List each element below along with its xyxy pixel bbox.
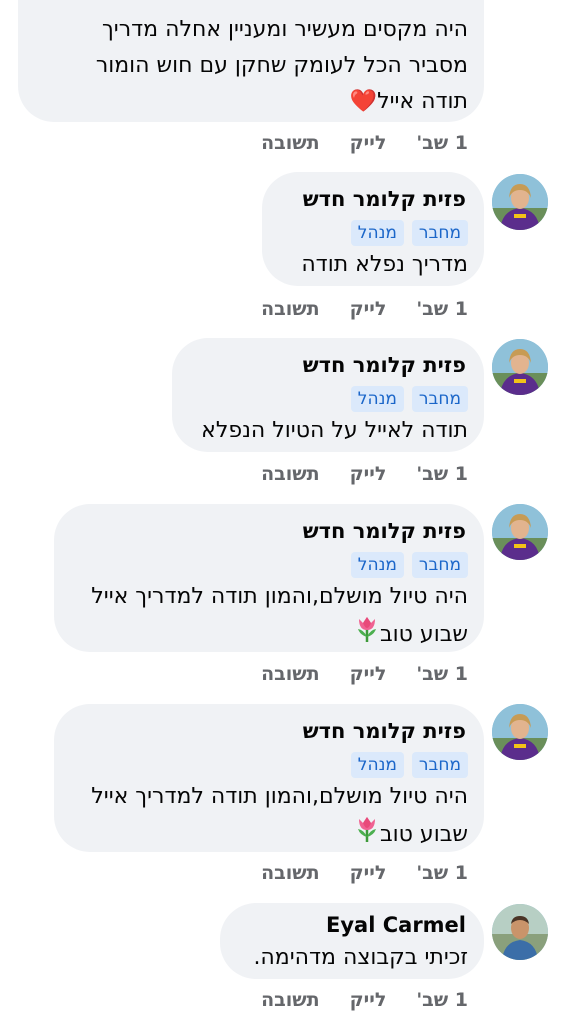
- tulip-icon: [354, 815, 380, 855]
- like-button[interactable]: לייק: [350, 298, 387, 320]
- comment-text: היה טיול מושלם,והמון תודה למדריך אייל שב…: [91, 579, 468, 655]
- like-button[interactable]: לייק: [350, 132, 387, 154]
- comment-line: שבוע טוב: [91, 815, 468, 855]
- avatar-image: [492, 904, 548, 960]
- avatar[interactable]: [492, 704, 548, 760]
- comment-line: תודה אייל❤️: [349, 89, 468, 114]
- reply-button[interactable]: תשובה: [261, 463, 320, 485]
- role-badges: מחבר מנהל: [350, 220, 468, 246]
- avatar[interactable]: [492, 904, 548, 960]
- reply-button[interactable]: תשובה: [261, 862, 320, 884]
- badge-author: מחבר: [411, 752, 468, 778]
- comment-text: תודה לאייל על הטיול הנפלא: [201, 413, 468, 449]
- badge-author: מחבר: [411, 552, 468, 578]
- comment-line: שבוע טוב: [91, 615, 468, 655]
- comment-author[interactable]: פזית קלומר חדש: [303, 352, 466, 378]
- like-button[interactable]: לייק: [350, 989, 387, 1011]
- tulip-icon: [354, 615, 380, 655]
- comment-actions: 1 שב' לייק תשובה: [261, 463, 468, 485]
- like-button[interactable]: לייק: [350, 663, 387, 685]
- comment-actions: 1 שב' לייק תשובה: [261, 862, 468, 884]
- reply-button[interactable]: תשובה: [261, 663, 320, 685]
- comment-bubble: פזית קלומר חדש מחבר מנהל תודה לאייל על ה…: [172, 338, 484, 452]
- avatar[interactable]: [492, 504, 548, 560]
- avatar[interactable]: [492, 339, 548, 395]
- avatar-image: [492, 704, 548, 760]
- comment-line: תודה לאייל על הטיול הנפלא: [201, 418, 468, 443]
- comment-text: זכיתי בקבוצה מדהימה.: [253, 940, 468, 976]
- comment-actions: 1 שב' לייק תשובה: [261, 298, 468, 320]
- comment-bubble: פזית קלומר חדש מחבר מנהל היה טיול מושלם,…: [54, 504, 484, 652]
- badge-author: מחבר: [411, 386, 468, 412]
- heart-icon: ❤️: [349, 89, 378, 114]
- badge-admin: מנהל: [350, 220, 404, 246]
- timestamp[interactable]: 1 שב': [416, 463, 468, 485]
- comment-text: היה טיול מושלם,והמון תודה למדריך אייל שב…: [91, 779, 468, 855]
- comment-text: היה מקסים מעשיר ומעניין אחלה מדריך מסביר…: [96, 12, 468, 120]
- comment-line: היה טיול מושלם,והמון תודה למדריך אייל: [91, 584, 468, 609]
- comment-line: מדריך נפלא תודה: [301, 252, 468, 277]
- reply-button[interactable]: תשובה: [261, 298, 320, 320]
- reply-button[interactable]: תשובה: [261, 132, 320, 154]
- comment-text: מדריך נפלא תודה: [301, 247, 468, 283]
- badge-admin: מנהל: [350, 752, 404, 778]
- role-badges: מחבר מנהל: [350, 552, 468, 578]
- timestamp[interactable]: 1 שב': [416, 862, 468, 884]
- badge-admin: מנהל: [350, 386, 404, 412]
- comment-line: היה מקסים מעשיר ומעניין אחלה מדריך: [101, 17, 468, 42]
- timestamp[interactable]: 1 שב': [416, 989, 468, 1011]
- like-button[interactable]: לייק: [350, 463, 387, 485]
- like-button[interactable]: לייק: [350, 862, 387, 884]
- badge-author: מחבר: [411, 220, 468, 246]
- comment-bubble: פזית קלומר חדש מחבר מנהל היה טיול מושלם,…: [54, 704, 484, 852]
- timestamp[interactable]: 1 שב': [416, 298, 468, 320]
- comment-bubble: פזית קלומר חדש מחבר מנהל מדריך נפלא תודה: [262, 172, 484, 286]
- timestamp[interactable]: 1 שב': [416, 132, 468, 154]
- comment-bubble: היה מקסים מעשיר ומעניין אחלה מדריך מסביר…: [18, 0, 484, 122]
- comment-line: זכיתי בקבוצה מדהימה.: [253, 945, 468, 970]
- avatar-image: [492, 504, 548, 560]
- comment-actions: 1 שב' לייק תשובה: [261, 989, 468, 1011]
- comment-author[interactable]: פזית קלומר חדש: [303, 718, 466, 744]
- comment-bubble: Eyal Carmel זכיתי בקבוצה מדהימה.: [220, 903, 484, 979]
- comment-actions: 1 שב' לייק תשובה: [261, 663, 468, 685]
- avatar-image: [492, 174, 548, 230]
- avatar[interactable]: [492, 174, 548, 230]
- role-badges: מחבר מנהל: [350, 386, 468, 412]
- timestamp[interactable]: 1 שב': [416, 663, 468, 685]
- reply-button[interactable]: תשובה: [261, 989, 320, 1011]
- badge-admin: מנהל: [350, 552, 404, 578]
- comment-actions: 1 שב' לייק תשובה: [261, 132, 468, 154]
- avatar-image: [492, 339, 548, 395]
- role-badges: מחבר מנהל: [350, 752, 468, 778]
- comment-author[interactable]: Eyal Carmel: [326, 912, 466, 938]
- comment-author[interactable]: פזית קלומר חדש: [303, 518, 466, 544]
- comment-line: היה טיול מושלם,והמון תודה למדריך אייל: [91, 784, 468, 809]
- comment-author[interactable]: פזית קלומר חדש: [303, 186, 466, 212]
- comment-line: מסביר הכל לעומק שחקן עם חוש הומור: [95, 53, 468, 78]
